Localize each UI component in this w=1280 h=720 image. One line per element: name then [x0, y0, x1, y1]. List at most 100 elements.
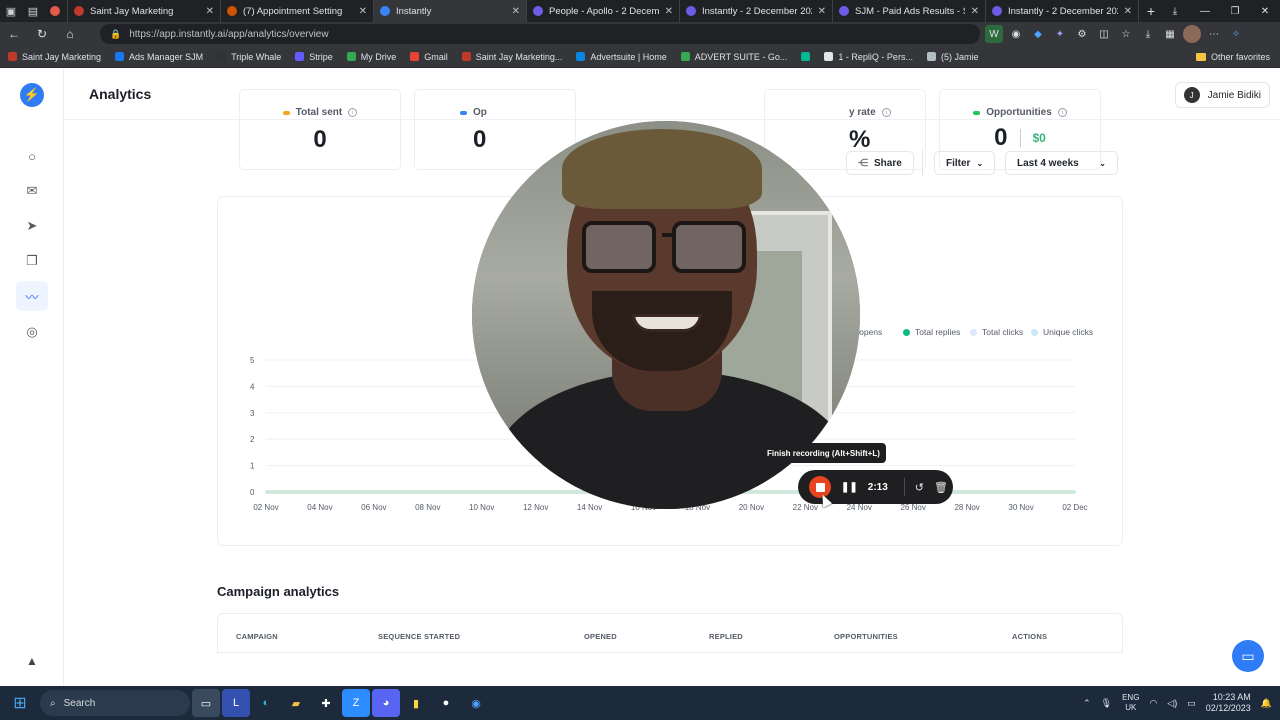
download-icon[interactable]: ⤓ [1160, 0, 1190, 22]
home-icon[interactable]: ⌂ [56, 22, 84, 46]
browser-tab[interactable]: Instantly ✕ [374, 0, 527, 22]
analytics-icon[interactable]: 〰 [16, 281, 48, 311]
browser-tab[interactable]: Instantly - 2 December 2023 ✕ [986, 0, 1139, 22]
close-tab-icon[interactable]: ✕ [665, 6, 673, 17]
browser-tab[interactable]: Saint Jay Marketing ✕ [68, 0, 221, 22]
support-chat-button[interactable]: ▭ [1232, 640, 1264, 672]
data-point[interactable] [426, 490, 429, 494]
data-point[interactable] [965, 490, 969, 494]
info-icon[interactable]: i [1057, 108, 1067, 117]
bookmark-item[interactable]: Triple Whale [217, 52, 281, 62]
extension-icon[interactable]: ◉ [1007, 25, 1025, 43]
back-icon[interactable]: ← [0, 22, 28, 46]
more-menu-icon[interactable]: ⋯ [1205, 25, 1223, 43]
extension-icon[interactable]: ◆ [1029, 25, 1047, 43]
maximize-button[interactable]: ❐ [1220, 0, 1250, 22]
app-icon[interactable]: ● [432, 689, 460, 717]
legend-item[interactable]: Total replies [903, 327, 960, 337]
tab-actions-icon[interactable]: ▤ [22, 0, 44, 22]
other-favorites[interactable]: Other favorites [1195, 46, 1270, 68]
bookmark-item[interactable]: 1 - RepliQ - Pers... [824, 52, 913, 62]
bookmark-item[interactable] [801, 52, 811, 62]
profile-avatar[interactable] [1183, 25, 1201, 43]
column-header[interactable]: CAMPAIGN [236, 632, 278, 641]
taskbar-search[interactable]: ⌕ Search [40, 690, 190, 716]
legend-item[interactable]: Unique clicks [1031, 327, 1093, 337]
microphone-icon[interactable]: 🎙 [1101, 698, 1112, 709]
restart-icon[interactable]: ↺ [915, 481, 924, 494]
column-header[interactable]: OPPORTUNITIES [834, 632, 898, 641]
pause-icon[interactable]: ❚❚ [841, 482, 858, 493]
edge-icon[interactable]: ◐ [252, 689, 280, 717]
bookmark-item[interactable]: Ads Manager SJM [115, 52, 203, 62]
bookmark-item[interactable]: ADVERT SUITE - Go... [680, 52, 787, 62]
collections-icon[interactable]: ▦ [1161, 25, 1179, 43]
close-tab-icon[interactable]: ✕ [971, 6, 979, 17]
close-tab-icon[interactable]: ✕ [512, 6, 520, 17]
close-window-button[interactable]: ✕ [1250, 0, 1280, 22]
bookmark-item[interactable]: Gmail [410, 52, 448, 62]
bookmark-item[interactable]: Saint Jay Marketing [8, 52, 101, 62]
close-tab-icon[interactable]: ✕ [818, 6, 826, 17]
url-input[interactable]: 🔒 https://app.instantly.ai/app/analytics… [100, 24, 980, 44]
task-view-icon[interactable]: ▭ [192, 689, 220, 717]
volume-icon[interactable]: ◁) [1167, 698, 1177, 709]
data-point[interactable] [1073, 490, 1077, 494]
close-tab-icon[interactable]: ✕ [206, 6, 214, 17]
data-point[interactable] [318, 490, 322, 494]
sticky-notes-icon[interactable]: ▮ [402, 689, 430, 717]
split-screen-icon[interactable]: ◫ [1095, 25, 1113, 43]
info-icon[interactable]: i [348, 108, 358, 117]
chevron-up-icon[interactable]: ⌃ [1083, 698, 1091, 709]
puzzle-icon[interactable]: ⚙ [1073, 25, 1091, 43]
browser-tab[interactable]: People - Apollo - 2 December ✕ [527, 0, 680, 22]
downloads-icon[interactable]: ⤓ [1139, 25, 1157, 43]
bookmark-item[interactable]: My Drive [346, 52, 396, 62]
windows-start-icon[interactable]: ⊞ [0, 686, 40, 720]
column-header[interactable]: ACTIONS [1012, 632, 1047, 641]
send-icon[interactable]: ➤ [16, 211, 48, 241]
file-explorer-icon[interactable]: ▰ [282, 689, 310, 717]
extension-icon[interactable]: W [985, 25, 1003, 43]
column-header[interactable]: OPENED [584, 632, 617, 641]
user-menu[interactable]: J Jamie Bidiki [1174, 82, 1270, 108]
browser-tab[interactable] [44, 0, 68, 22]
extension-icon[interactable]: ✦ [1051, 25, 1069, 43]
wifi-icon[interactable]: ◠ [1149, 698, 1157, 709]
data-point[interactable] [264, 490, 268, 494]
bookmark-item[interactable]: Stripe [295, 52, 333, 62]
clock[interactable]: 10:23 AM 02/12/2023 [1206, 692, 1251, 714]
legend-item[interactable]: Total clicks [970, 327, 1023, 337]
refresh-icon[interactable]: ↻ [28, 22, 56, 46]
app-icon[interactable]: L [222, 689, 250, 717]
instantly-logo[interactable]: ⚡ [20, 83, 44, 107]
column-header[interactable]: SEQUENCE STARTED [378, 632, 460, 641]
data-point[interactable] [372, 490, 376, 494]
column-header[interactable]: REPLIED [709, 632, 743, 641]
language-indicator[interactable]: ENG UK [1122, 693, 1139, 713]
browser-tab[interactable]: Instantly - 2 December 2023 ✕ [680, 0, 833, 22]
minimize-button[interactable]: — [1190, 0, 1220, 22]
notification-bell-icon[interactable]: 🔔 [1261, 698, 1272, 709]
copy-icon[interactable]: ❐ [16, 246, 48, 276]
data-point[interactable] [1019, 490, 1023, 494]
browser-tab[interactable]: SJM - Paid Ads Results - Skin ✕ [833, 0, 986, 22]
battery-icon[interactable]: ▭ [1187, 698, 1196, 709]
browser-tab[interactable]: (7) Appointment Setting ✕ [221, 0, 374, 22]
copilot-icon[interactable]: ✧ [1227, 25, 1245, 43]
bookmark-item[interactable]: (5) Jamie [926, 52, 978, 62]
bookmark-item[interactable]: Advertsuite | Home [576, 52, 667, 62]
info-icon[interactable]: i [881, 108, 891, 117]
close-tab-icon[interactable]: ✕ [1124, 6, 1132, 17]
close-tab-icon[interactable]: ✕ [359, 6, 367, 17]
workspaces-icon[interactable]: ▣ [0, 0, 22, 22]
trash-icon[interactable]: 🗑 [934, 481, 948, 494]
discord-icon[interactable]: ◕ [372, 689, 400, 717]
account-icon[interactable]: ◎ [16, 317, 48, 347]
bookmark-item[interactable]: Saint Jay Marketing... [461, 52, 562, 62]
favorites-icon[interactable]: ☆ [1117, 25, 1135, 43]
app-icon[interactable]: ◉ [462, 689, 490, 717]
search-icon[interactable]: ○ [16, 141, 48, 171]
app-icon[interactable]: ✚ [312, 689, 340, 717]
rocket-icon[interactable]: ▲ [16, 651, 48, 671]
